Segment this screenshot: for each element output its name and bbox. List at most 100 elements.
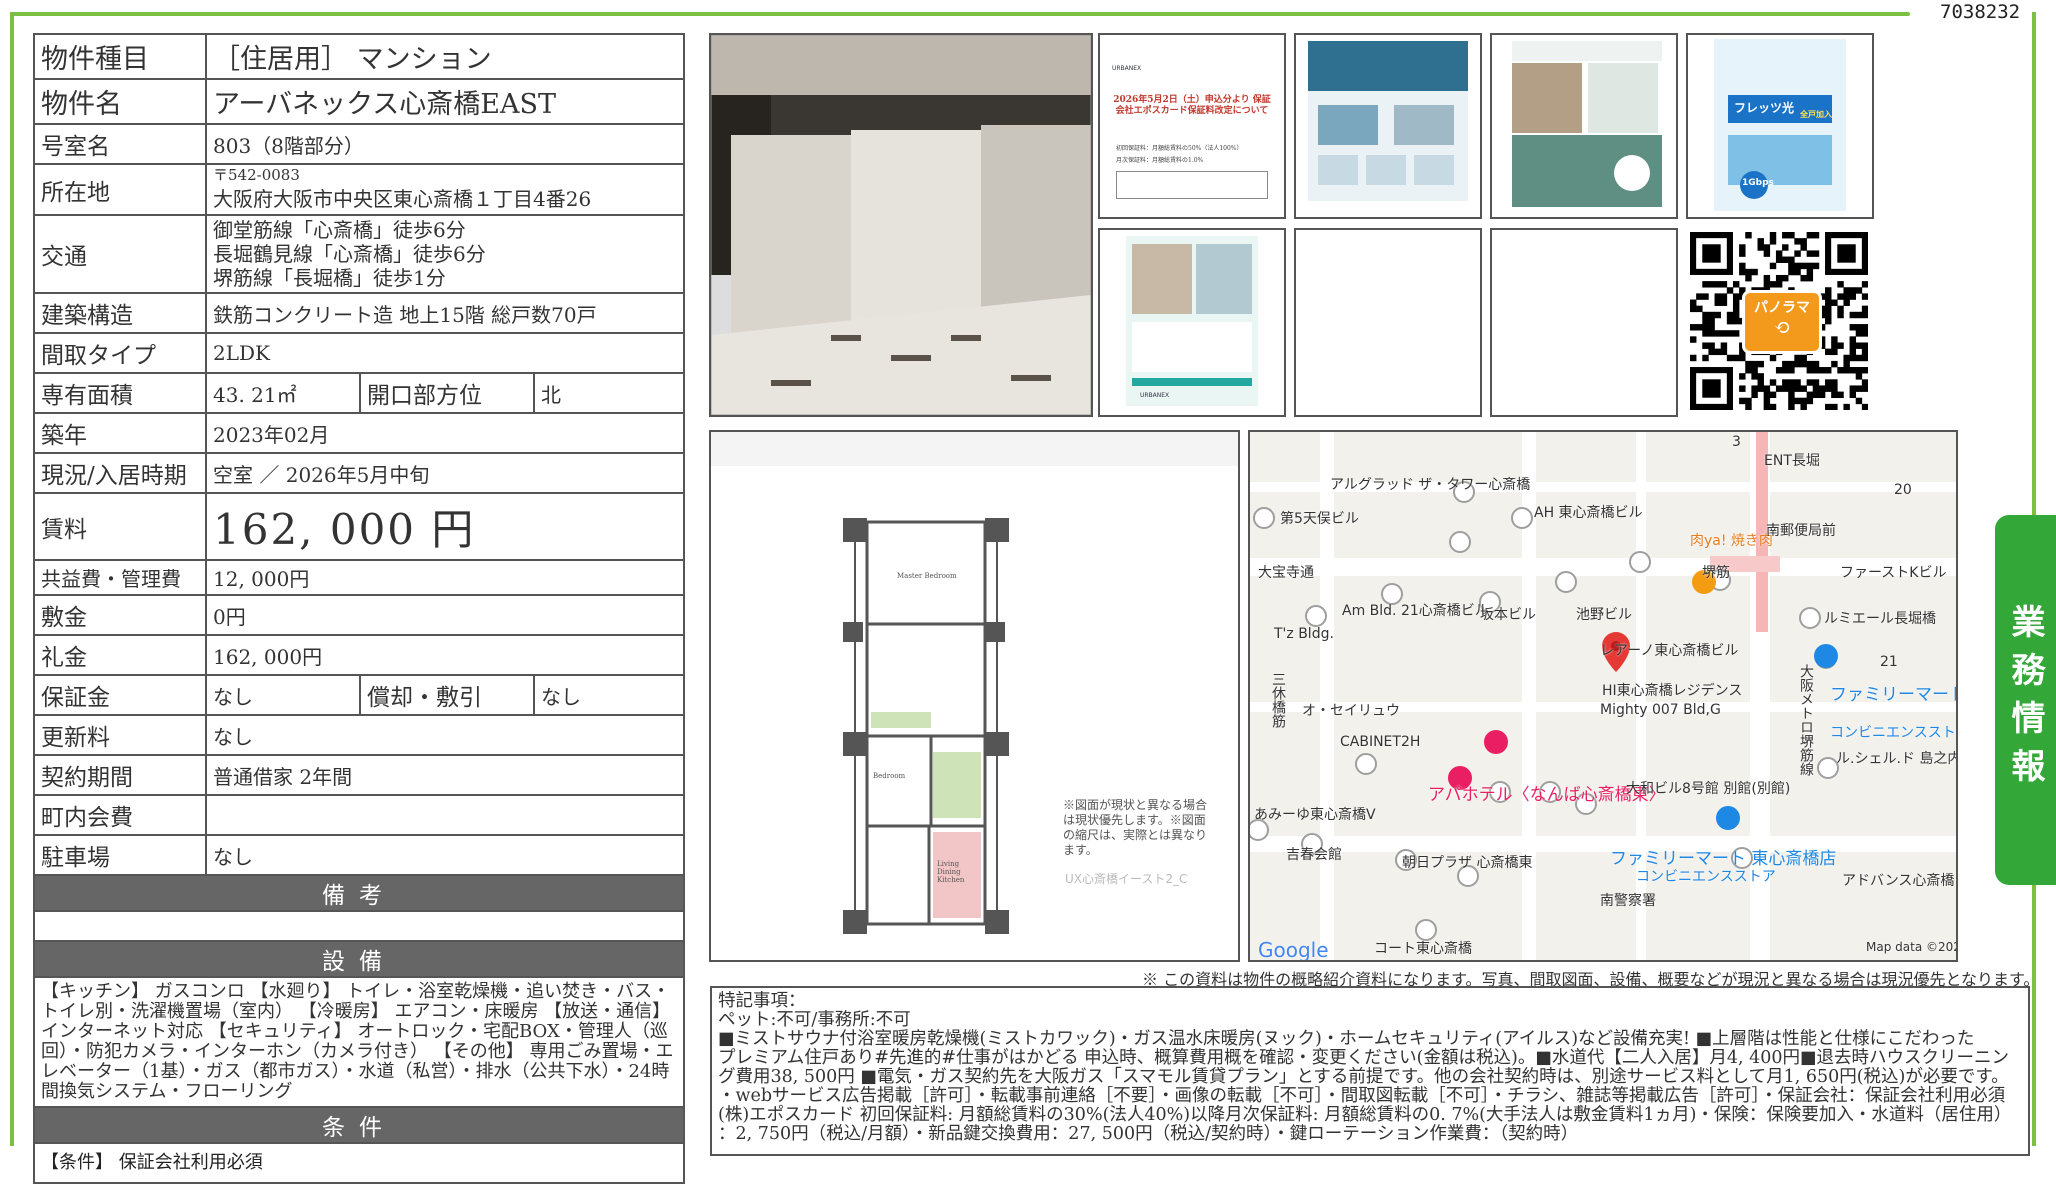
- remarks-line: ・webサービス広告掲載［許可］・転載事前連絡［不要］・画像の転載［不可］・間取…: [718, 1086, 2006, 1106]
- remarks-line: グ費用38, 500円 ■電気・ガス契約先を大阪ガス「スマモル賃貸プラン」とする…: [718, 1067, 2009, 1087]
- type-label: 物件種目: [33, 33, 207, 80]
- flyer4-image: [1714, 39, 1846, 211]
- flyer5-image: [1126, 236, 1258, 406]
- map-pin-icon: [1253, 507, 1275, 529]
- traffic-line: 長堀鶴見線「心斎橋」徒歩6分: [213, 242, 486, 266]
- map-label: 肉ya! 焼き肉: [1690, 533, 1773, 549]
- remarks-line: プレミアム住戸あり#先進的#仕事がはかどる 申込時、概算費用概を確認・変更くださ…: [718, 1048, 2010, 1068]
- address-zip: 〒542-0083: [213, 166, 300, 184]
- fee-value: 12, 000円: [205, 559, 685, 596]
- map-label: ファミリーマート 長堀橋駅南店: [1830, 685, 1958, 705]
- map-label: 南郵便局前: [1766, 523, 1836, 539]
- flyer-thumbnail-4[interactable]: フレッツ光 全戸加入 1Gbps: [1686, 33, 1874, 219]
- map-label: 南警察署: [1600, 893, 1656, 909]
- flyer4-label1: フレッツ光: [1734, 101, 1795, 115]
- structure-value: 鉄筋コンクリート造 地上15階 総戸数70戸: [205, 292, 685, 334]
- contract-label: 契約期間: [33, 754, 207, 796]
- map-label: ルミエール長堀橋: [1824, 611, 1936, 627]
- map-label: コート東心斎橋: [1374, 941, 1472, 957]
- map-label: あみーゆ東心斎橋V: [1254, 807, 1376, 823]
- map-label: 池野ビル: [1576, 607, 1632, 623]
- area-label: 専有面積: [33, 372, 207, 414]
- map-pin-icon: [1629, 551, 1651, 573]
- map-label: 大阪メトロ堺筋線: [1798, 664, 1814, 776]
- map-label: Am Bld. 21心斎橋ビル: [1342, 603, 1489, 619]
- floorplan-room-bedroom: Bedroom: [873, 772, 906, 780]
- renewal-label: 更新料: [33, 714, 207, 756]
- flyer1-line2: 月次保証料：月額総賃料の1.0%: [1116, 157, 1204, 164]
- remarks-header: 備考: [33, 874, 685, 912]
- layout-value: 2LDK: [205, 332, 685, 374]
- conditions-header: 条件: [33, 1106, 685, 1144]
- rent-value: 162, 000 円: [205, 492, 685, 561]
- amortization-label: 償却・敷引: [359, 674, 535, 716]
- address-label: 所在地: [33, 163, 207, 216]
- map-label: 三休橋筋: [1270, 672, 1286, 728]
- map-label: ENT長堀: [1764, 453, 1820, 469]
- business-info-tab[interactable]: 業務情報: [1995, 515, 2056, 885]
- entrance-photo[interactable]: [709, 33, 1093, 417]
- floorplan-room-master: Master Bedroom: [897, 572, 957, 580]
- flyer5-brand: URBANEX: [1140, 392, 1170, 399]
- map-pin-icon: [1305, 605, 1327, 627]
- parking-label: 駐車場: [33, 834, 207, 876]
- map-label: 3: [1732, 434, 1741, 450]
- map-label: アルグラッド ザ・タワー心斎橋: [1330, 477, 1531, 493]
- traffic-line: 御堂筋線「心斎橋」徒歩6分: [213, 218, 466, 242]
- opening-label: 開口部方位: [359, 372, 535, 414]
- property-table: 物件種目 ［住居用］ マンション 物件名 アーバネックス心斎橋EAST 号室名 …: [33, 33, 685, 1184]
- area-map[interactable]: 3 ENT長堀 アルグラッド ザ・タワー心斎橋 20 AH 東心斎橋ビル 第5天俣ビル 肉y…: [1248, 430, 1958, 962]
- map-pin-icon: [1555, 571, 1577, 593]
- map-label: 朝日プラザ 心斎橋東: [1402, 855, 1533, 871]
- map-pin-icon: [1511, 507, 1533, 529]
- map-pin-icon: [1817, 757, 1839, 779]
- area-value: 43. 21㎡: [205, 372, 361, 414]
- map-pin-icon: [1415, 919, 1437, 941]
- entrance-photo-image: [711, 35, 1091, 415]
- flyer-thumbnail-1[interactable]: URBANEX 2026年5月2日（土）申込分より 保証会社エポスカード保証料改…: [1098, 33, 1286, 219]
- flyer1-title: 2026年5月2日（土）申込分より 保証会社エポスカード保証料改定について: [1113, 95, 1271, 116]
- map-label: オ・セイリュウ: [1302, 703, 1400, 719]
- parking-value: なし: [205, 834, 685, 876]
- map-label: 第5天俣ビル: [1280, 511, 1359, 527]
- remarks-line: ■ミストサウナ付浴室暖房乾燥機(ミストカワック)・ガス温水床暖房(ヌック)・ホー…: [718, 1029, 1975, 1049]
- fee-label: 共益費・管理費: [33, 559, 207, 596]
- equipment-text: 【キッチン】 ガスコンロ 【水廻り】 トイレ・浴室乾燥機・追い焚き・バス・トイレ…: [33, 976, 685, 1108]
- remarks-line: ：2, 750円（税込/月額）・新品鍵交換費用：27, 500円（税込/契約時）…: [718, 1124, 1579, 1144]
- flyer2-image: [1308, 41, 1468, 201]
- floorplan-note: ※図面が現状と異なる場合は現状優先します。※図面の縮尺は、実際とは異なります。: [1063, 798, 1208, 857]
- flyer1-brand: URBANEX: [1112, 65, 1142, 72]
- amortization-value: なし: [533, 674, 685, 716]
- flyer-thumbnail-5[interactable]: URBANEX: [1098, 228, 1286, 417]
- flyer1-box: [1116, 171, 1268, 199]
- key-money-value: 162, 000円: [205, 634, 685, 676]
- name-value: アーバネックス心斎橋EAST: [205, 78, 685, 125]
- panorama-label: パノラマ: [1754, 300, 1810, 316]
- guarantee-label: 保証金: [33, 674, 207, 716]
- map-label: Mighty 007 Bld,G: [1600, 702, 1721, 718]
- conditions-text: 【条件】 保証会社利用必須: [33, 1142, 685, 1184]
- map-label: 大和ビル8号館 別館(別館): [1626, 781, 1791, 797]
- map-label: ファーストKビル: [1840, 565, 1947, 581]
- remarks-blank: [33, 910, 685, 942]
- flyer1-line1: 初回保証料：月額総賃料の50%（法人100%）: [1116, 145, 1243, 152]
- name-label: 物件名: [33, 78, 207, 125]
- map-label: Google: [1258, 938, 1329, 962]
- floor-plan[interactable]: Master Bedroom Bedroom Living Dining Kit…: [709, 430, 1240, 962]
- room-label: 号室名: [33, 123, 207, 165]
- flyer-thumbnail-2[interactable]: [1294, 33, 1482, 219]
- rotate-icon: ⟲: [1773, 315, 1791, 339]
- panorama-qr-code[interactable]: パノラマ ⟲: [1690, 232, 1869, 411]
- contract-value: 普通借家 2年間: [205, 754, 685, 796]
- frame-top-border: [10, 12, 1910, 16]
- map-label: 20: [1894, 482, 1912, 498]
- rent-label: 賃料: [33, 492, 207, 561]
- flyer-thumbnail-3[interactable]: [1490, 33, 1678, 219]
- guarantee-value: なし: [205, 674, 361, 716]
- remarks-line: ペット:不可/事務所:不可: [718, 1010, 911, 1030]
- frame-left-border: [10, 12, 14, 1146]
- flyer4-speed: 1Gbps: [1742, 178, 1774, 188]
- built-value: 2023年02月: [205, 412, 685, 454]
- built-label: 築年: [33, 412, 207, 454]
- traffic-cell: 御堂筋線「心斎橋」徒歩6分 長堀鶴見線「心斎橋」徒歩6分 堺筋線「長堀橋」徒歩1…: [205, 214, 685, 294]
